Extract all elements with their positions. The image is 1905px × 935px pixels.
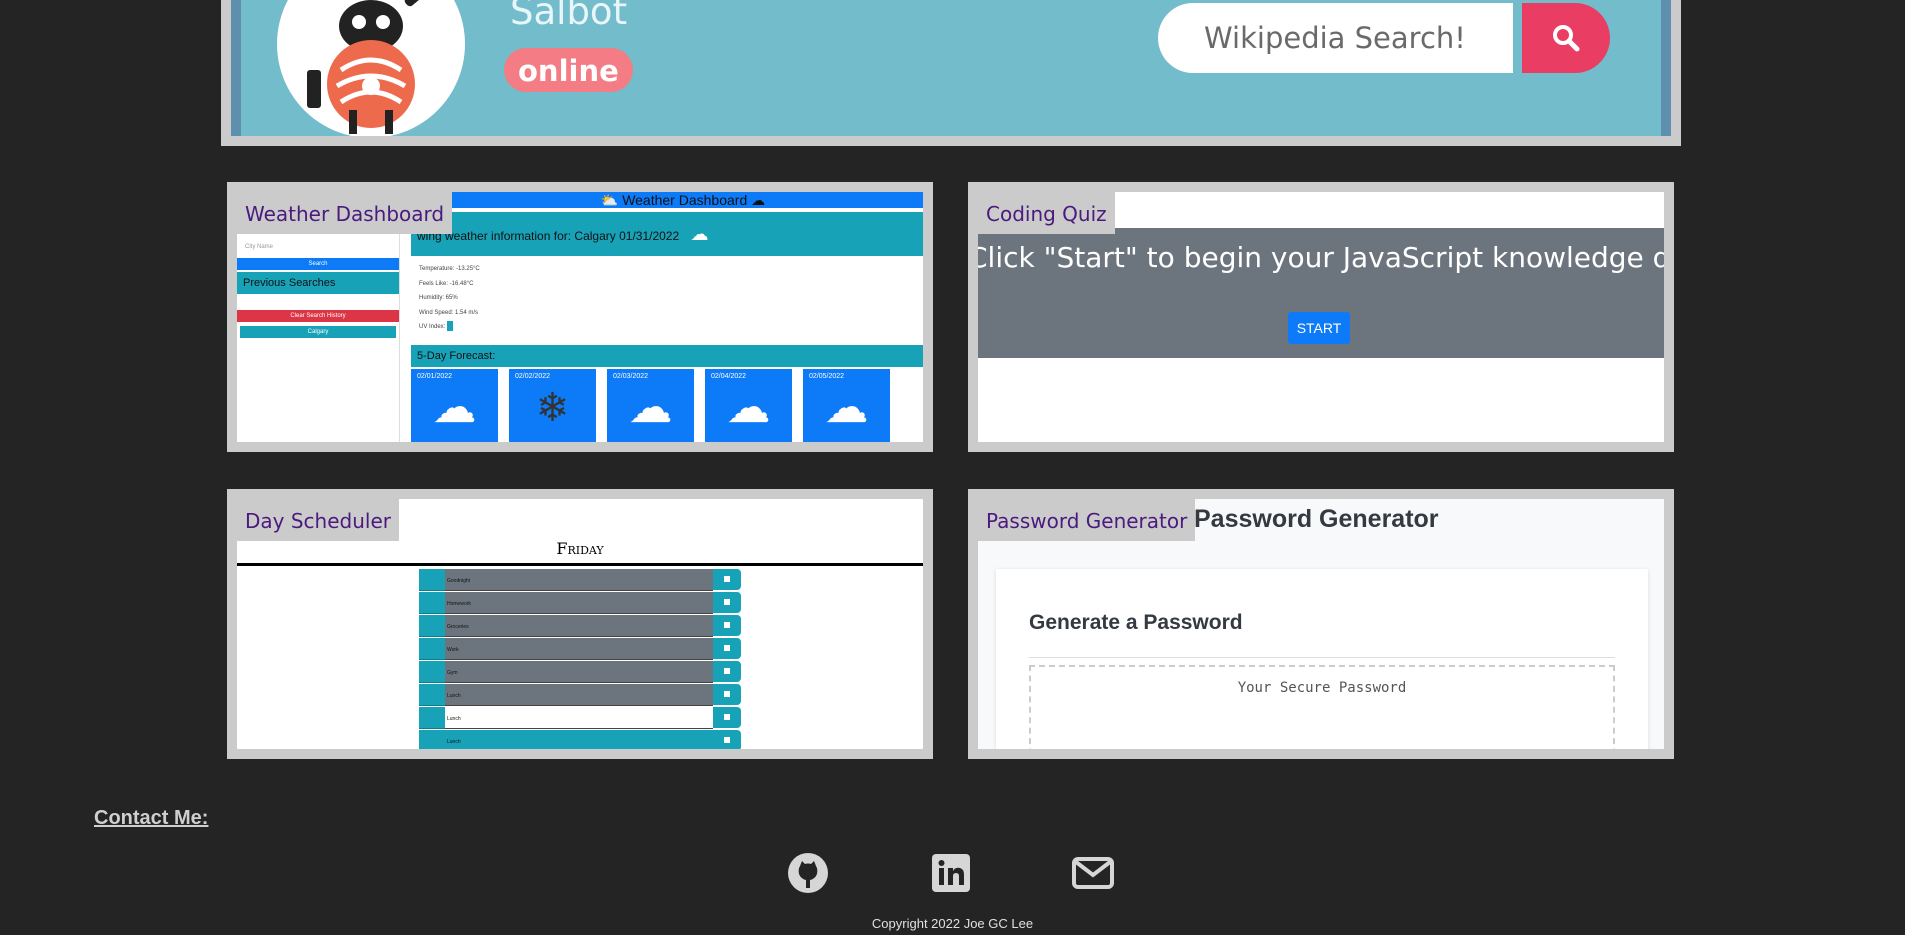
password-subheading: Generate a Password xyxy=(1029,611,1243,634)
time-block: Homework xyxy=(419,592,741,614)
forecast-day: 02/05/2022 ☁ xyxy=(803,369,890,442)
save-icon xyxy=(724,691,730,697)
password-output: Your Secure Password xyxy=(1029,665,1615,749)
weather-app-title: Weather Dashboard xyxy=(622,192,748,208)
password-panel: Generate a Password Your Secure Password xyxy=(996,569,1648,749)
forecast-day: 02/01/2022 ☁ xyxy=(411,369,498,442)
wikipedia-search-button[interactable] xyxy=(1522,3,1610,73)
save-icon xyxy=(724,737,730,743)
save-icon xyxy=(724,668,730,674)
stat-temperature: Temperature: -13.25°C xyxy=(419,266,480,272)
city-name-field: City Name xyxy=(245,244,274,250)
current-weather-header: wing weather information for: Calgary 01… xyxy=(411,212,923,256)
weather-search-button: Search xyxy=(237,258,399,270)
linkedin-link[interactable] xyxy=(929,851,973,895)
github-link[interactable] xyxy=(786,851,830,895)
coding-quiz-card[interactable]: Coding Quiz Click "Start" to begin your … xyxy=(968,182,1674,452)
password-app-heading: Password Generator xyxy=(1194,505,1439,533)
save-icon xyxy=(724,645,730,651)
copyright: Copyright 2022 Joe GC Lee xyxy=(871,916,1034,931)
cloud-icon: ☁ xyxy=(690,224,709,244)
cloud-icon: ☁ xyxy=(726,383,771,432)
password-generator-card[interactable]: Password Generator Password Generator Ge… xyxy=(968,489,1674,759)
current-weather-stats: Temperature: -13.25°C Feels Like: -16.48… xyxy=(419,262,480,335)
salbot-status-badge: online xyxy=(504,48,633,92)
time-block: Lunch xyxy=(419,684,741,706)
cloud-sun-icon: ⛅ xyxy=(600,192,619,208)
quiz-start-button: START xyxy=(1288,312,1350,344)
password-divider xyxy=(1029,657,1615,658)
day-scheduler-card[interactable]: Day Scheduler Friday Goodnight Homework … xyxy=(227,489,933,759)
save-icon xyxy=(724,714,730,720)
project-title-password: Password Generator xyxy=(978,499,1196,541)
current-weather-text: wing weather information for: Calgary 01… xyxy=(417,229,680,243)
salbot-screenshot: Salbot online Wikipedia Search! xyxy=(231,0,1671,136)
save-icon xyxy=(724,576,730,582)
linkedin-icon xyxy=(932,854,970,892)
previous-searches-heading: Previous Searches xyxy=(237,272,399,294)
page-scrollbar[interactable] xyxy=(1895,0,1905,935)
time-block: Groceries xyxy=(419,615,741,637)
weather-dashboard-card[interactable]: Weather Dashboard City Name Search Previ… xyxy=(227,182,933,452)
github-icon xyxy=(788,853,828,893)
forecast-day: 02/03/2022 ☁ xyxy=(607,369,694,442)
snowflake-icon: ❄ xyxy=(535,386,570,430)
time-block: Gym xyxy=(419,661,741,683)
project-title-weather: Weather Dashboard xyxy=(237,192,453,234)
forecast-day: 02/02/2022 ❄ xyxy=(509,369,596,442)
email-link[interactable] xyxy=(1071,851,1115,895)
project-title-scheduler: Day Scheduler xyxy=(237,499,399,541)
search-icon xyxy=(1553,25,1580,52)
forecast-heading: 5-Day Forecast: xyxy=(411,345,923,367)
time-block: Work xyxy=(419,638,741,660)
time-block: Lunch xyxy=(419,707,741,729)
cloud-icon: ☁ xyxy=(824,383,869,432)
save-icon xyxy=(724,622,730,628)
save-icon xyxy=(724,599,730,605)
stat-wind: Wind Speed: 1.54 m/s xyxy=(419,309,479,316)
salbot-avatar xyxy=(277,0,465,136)
history-item: Calgary xyxy=(240,326,396,338)
quiz-prompt: Click "Start" to begin your JavaScript k… xyxy=(978,241,1664,274)
stat-feels-like: Feels Like: -16.48°C xyxy=(419,280,474,287)
salbot-preview-card[interactable]: Salbot online Wikipedia Search! xyxy=(221,0,1681,146)
cloud-icon: ☁ xyxy=(432,383,477,432)
stat-humidity: Humidity: 65% xyxy=(419,295,458,301)
contact-heading: Contact Me: xyxy=(94,807,209,829)
time-block: Goodnight xyxy=(419,569,741,591)
time-block: Lunch xyxy=(419,730,741,749)
clear-history-button: Clear Search History xyxy=(237,310,399,322)
cloud-icon: ☁ xyxy=(628,383,673,432)
wikipedia-search-input[interactable]: Wikipedia Search! xyxy=(1158,3,1513,73)
quiz-intro-panel: Click "Start" to begin your JavaScript k… xyxy=(978,228,1664,358)
scheduler-day: Friday xyxy=(556,539,604,558)
cloud-moon-icon: ☁ xyxy=(751,192,766,208)
salbot-name: Salbot xyxy=(510,0,628,33)
forecast-day: 02/04/2022 ☁ xyxy=(705,369,792,442)
weather-app-heading: ⛅ Weather Dashboard ☁ xyxy=(443,192,923,208)
scheduler-divider xyxy=(237,563,923,566)
stat-uv: UV Index: xyxy=(419,320,480,335)
email-icon xyxy=(1072,857,1114,889)
project-title-quiz: Coding Quiz xyxy=(978,192,1115,234)
